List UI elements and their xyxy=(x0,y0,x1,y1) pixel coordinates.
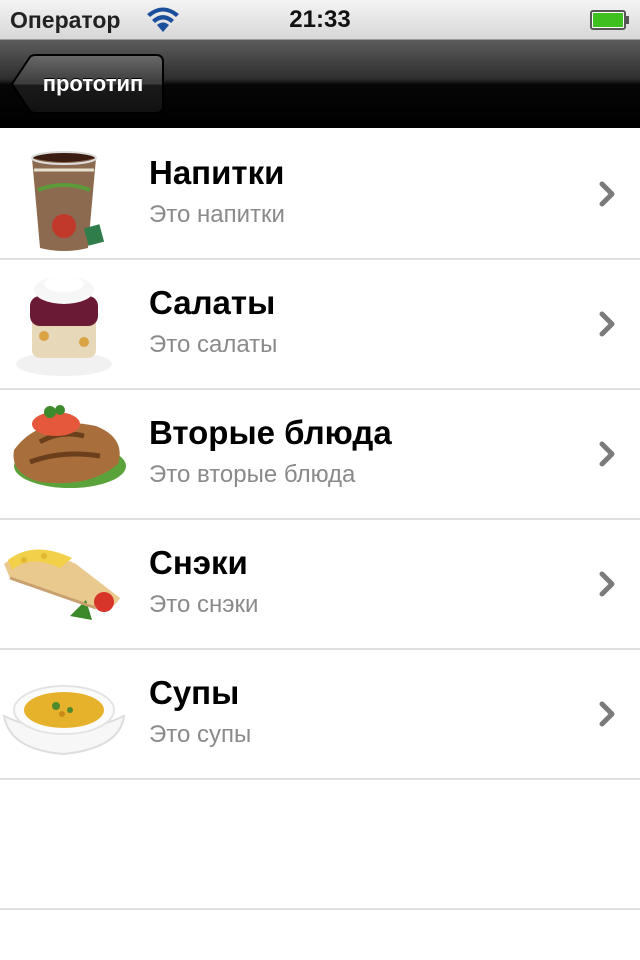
menu-row-drinks[interactable]: Напитки Это напитки xyxy=(0,130,640,260)
row-subtitle: Это вторые блюда xyxy=(149,461,356,488)
menu-row-soups[interactable]: Супы Это супы xyxy=(0,650,640,780)
back-button-label: прототип xyxy=(42,71,144,96)
battery-icon xyxy=(590,10,629,30)
status-time: 21:33 xyxy=(289,6,351,33)
chevron-right-icon xyxy=(599,701,615,727)
menu-row-main-courses[interactable]: Вторые блюда Это вторые блюда xyxy=(0,390,640,520)
row-title: Вторые блюда xyxy=(149,414,392,451)
status-bar: Оператор 21:33 xyxy=(0,0,640,40)
menu-row-salads[interactable]: Салаты Это салаты xyxy=(0,260,640,390)
row-subtitle: Это напитки xyxy=(149,201,285,228)
row-subtitle: Это снэки xyxy=(149,591,259,618)
soup-bowl-image xyxy=(0,650,128,778)
chevron-right-icon xyxy=(599,181,615,207)
row-title: Салаты xyxy=(149,284,276,321)
row-title: Супы xyxy=(149,674,240,711)
chevron-right-icon xyxy=(599,571,615,597)
row-title: Снэки xyxy=(149,544,248,581)
row-subtitle: Это супы xyxy=(149,721,252,748)
empty-table-row xyxy=(0,780,640,910)
main-course-image xyxy=(0,390,128,518)
navigation-bar: прототип xyxy=(0,40,640,128)
coffee-cup-image xyxy=(0,130,128,258)
back-button[interactable]: прототип xyxy=(10,54,164,114)
row-subtitle: Это салаты xyxy=(149,331,278,358)
chevron-right-icon xyxy=(599,441,615,467)
row-title: Напитки xyxy=(149,154,285,191)
menu-row-snacks[interactable]: Снэки Это снэки xyxy=(0,520,640,650)
salad-image xyxy=(0,260,128,388)
chevron-right-icon xyxy=(599,311,615,337)
snack-roll-image xyxy=(0,520,128,648)
menu-table: Напитки Это напитки Салаты Это салаты Вт… xyxy=(0,130,640,960)
